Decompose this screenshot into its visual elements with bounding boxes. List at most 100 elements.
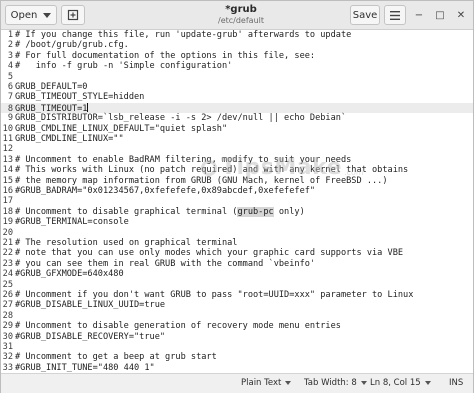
code-line[interactable]: 2 # /boot/grub/grub.cfg. [1, 40, 473, 50]
line-text: #GRUB_DISABLE_RECOVERY="true" [15, 331, 166, 342]
line-number: 18 [2, 206, 13, 217]
line-number: 24 [2, 269, 13, 280]
line-text: # For full documentation of the options … [15, 50, 316, 61]
code-line[interactable]: 21 # The resolution used on graphical ter… [1, 238, 473, 248]
code-line[interactable]: 9 GRUB_DISTRIBUTOR=`lsb_release -i -s 2> … [1, 113, 473, 123]
code-line[interactable]: 19 #GRUB_TERMINAL=console [1, 217, 473, 227]
code-line[interactable]: 6 GRUB_DEFAULT=0 [1, 82, 473, 92]
code-line[interactable]: 22 # note that you can use only modes whi… [1, 248, 473, 258]
header-bar: Open *grub /etc/default Save − □ ✕ [1, 1, 473, 30]
line-number: 5 [7, 71, 13, 82]
insert-mode-indicator: INS [449, 378, 463, 388]
line-number: 17 [2, 196, 13, 207]
window-subtitle-path: /etc/default [218, 16, 264, 25]
watermark-text: TipsMake [221, 155, 343, 180]
language-label: Plain Text [241, 378, 282, 388]
chevron-down-icon [43, 12, 52, 18]
line-number: 11 [2, 134, 13, 144]
status-bar: Plain Text Tab Width: 8 Ln 8, Col 15 INS [1, 373, 473, 393]
cursor-position-selector[interactable]: Ln 8, Col 15 [370, 378, 431, 388]
line-number: 15 [2, 175, 13, 186]
line-number: 29 [2, 321, 13, 332]
code-line[interactable]: 23 # you can see them in real GRUB with t… [1, 259, 473, 269]
code-line[interactable]: 32 # Uncomment to get a beep at grub star… [1, 352, 473, 362]
code-line[interactable]: 33 #GRUB_INIT_TUNE="480 440 1" [1, 363, 473, 372]
code-line[interactable]: 26 # Uncomment if you don't want GRUB to … [1, 290, 473, 300]
line-number: 10 [2, 123, 13, 134]
line-number: 9 [7, 113, 13, 124]
code-line[interactable]: 5 [1, 72, 473, 82]
line-text: GRUB_DEFAULT=0 [15, 82, 88, 92]
code-line[interactable]: 11 GRUB_CMDLINE_LINUX="" [1, 134, 473, 144]
line-text: #GRUB_DISABLE_LINUX_UUID=true [15, 300, 166, 311]
line-number: 21 [2, 238, 13, 248]
code-line[interactable]: 20 [1, 228, 473, 238]
line-number: 23 [2, 258, 13, 269]
line-number: 16 [2, 186, 13, 196]
code-line[interactable]: 8 GRUB_TIMEOUT=1 [1, 102, 473, 114]
code-line[interactable]: 10 GRUB_CMDLINE_LINUX_DEFAULT="quiet spla… [1, 124, 473, 134]
watermark-domain: .com [344, 168, 364, 177]
close-icon[interactable]: ✕ [455, 9, 467, 21]
line-number: 31 [2, 342, 13, 352]
line-text: # Uncomment to disable graphical termina… [15, 206, 305, 217]
line-text: # If you change this file, run 'update-g… [15, 30, 352, 40]
window-title: *grub [225, 4, 257, 15]
line-number: 2 [7, 40, 13, 51]
line-number: 25 [2, 279, 13, 290]
code-line[interactable]: 1 # If you change this file, run 'update-… [1, 30, 473, 40]
text-cursor [87, 102, 89, 112]
code-line[interactable]: 27 #GRUB_DISABLE_LINUX_UUID=true [1, 300, 473, 310]
code-line[interactable]: 12 [1, 144, 473, 154]
code-line[interactable]: 24 #GRUB_GFXMODE=640x480 [1, 269, 473, 279]
line-text: GRUB_TIMEOUT_STYLE=hidden [15, 92, 145, 103]
code-line[interactable]: 4 # info -f grub -n 'Simple configuration… [1, 61, 473, 71]
line-number: 30 [2, 331, 13, 342]
line-number: 32 [2, 352, 13, 363]
line-text: # you can see them in real GRUB with the… [15, 258, 316, 269]
line-text: #GRUB_GFXMODE=640x480 [15, 269, 124, 280]
code-line[interactable]: 30 #GRUB_DISABLE_RECOVERY="true" [1, 332, 473, 342]
line-number: 3 [7, 50, 13, 61]
code-line[interactable]: 25 [1, 280, 473, 290]
line-number: 1 [7, 30, 13, 40]
tab-width-selector[interactable]: Tab Width: 8 [304, 378, 367, 388]
code-line[interactable]: 16 #GRUB_BADRAM="0x01234567,0xfefefefe,0x… [1, 186, 473, 196]
cursor-position-label: Ln 8, Col 15 [370, 378, 421, 388]
minimize-icon[interactable]: − [413, 9, 425, 21]
language-selector[interactable]: Plain Text [241, 378, 292, 388]
new-document-button[interactable] [61, 5, 85, 25]
code-line[interactable]: 29 # Uncomment to disable generation of r… [1, 321, 473, 331]
line-text: #GRUB_BADRAM="0x01234567,0xfefefefe,0x89… [15, 186, 316, 196]
line-number: 12 [2, 144, 13, 155]
code-line[interactable]: 3 # For full documentation of the options… [1, 51, 473, 61]
line-number: 13 [2, 154, 13, 165]
code-line[interactable]: 17 [1, 196, 473, 206]
text-editor-area[interactable]: 1 # If you change this file, run 'update-… [1, 30, 473, 372]
line-text: #GRUB_INIT_TUNE="480 440 1" [15, 362, 155, 372]
line-text: GRUB_CMDLINE_LINUX_DEFAULT="quiet splash… [15, 123, 228, 134]
line-number: 20 [2, 227, 13, 238]
save-button[interactable]: Save [350, 5, 380, 25]
maximize-icon[interactable]: □ [434, 9, 446, 21]
line-number: 26 [2, 290, 13, 300]
selected-text: grub-pc [237, 206, 274, 217]
insert-mode-label: INS [449, 378, 464, 388]
code-line[interactable]: 18 # Uncomment to disable graphical termi… [1, 206, 473, 217]
open-button[interactable]: Open [5, 5, 57, 25]
code-line[interactable]: 7 GRUB_TIMEOUT_STYLE=hidden [1, 92, 473, 102]
chevron-down-icon [360, 381, 367, 385]
watermark-logo-icon [201, 159, 217, 176]
title-area: *grub /etc/default [151, 4, 331, 26]
line-text: # info -f grub -n 'Simple configuration' [15, 61, 233, 72]
code-line[interactable]: 31 [1, 342, 473, 352]
chevron-down-icon [424, 381, 431, 385]
line-number: 6 [7, 82, 13, 92]
menu-button[interactable] [384, 5, 406, 25]
code-line[interactable]: 28 [1, 311, 473, 321]
line-text: # Uncomment if you don't want GRUB to pa… [15, 290, 414, 300]
text-editor-window: Open *grub /etc/default Save − □ ✕ 1 # If… [0, 0, 474, 393]
tipsmake-watermark: TipsMake .com [201, 155, 364, 180]
line-text: GRUB_DISTRIBUTOR=`lsb_release -i -s 2> /… [15, 113, 347, 124]
line-number: 27 [2, 300, 13, 311]
